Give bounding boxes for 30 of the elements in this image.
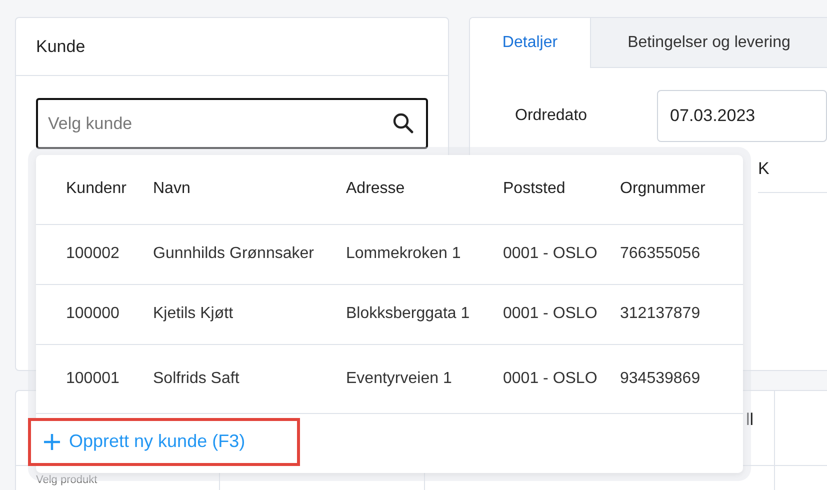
field-label: Ordredato bbox=[515, 106, 588, 126]
column-header: ll bbox=[746, 409, 754, 431]
table-cell: 100000 bbox=[66, 305, 120, 322]
table-cell: Gunnhilds Grønnsaker bbox=[153, 245, 314, 262]
tab[interactable]: Betingelser og levering bbox=[590, 18, 827, 68]
search-field[interactable]: Velg kunde bbox=[36, 98, 428, 149]
table-cell: 312137879 bbox=[620, 305, 700, 322]
table-cell: Kjetils Kjøtt bbox=[153, 305, 234, 322]
table-cell: 0001 - OSLO bbox=[503, 245, 598, 262]
table-cell: Solfrids Saft bbox=[153, 370, 240, 386]
table-cell: 100002 bbox=[66, 245, 120, 262]
column-header: Poststed bbox=[503, 155, 620, 224]
table-cell: Eventyrveien 1 bbox=[346, 370, 452, 386]
date-field[interactable]: 07.03.2023 bbox=[657, 90, 827, 142]
column-header: Kundenr bbox=[36, 155, 153, 224]
column-header: Orgnummer bbox=[620, 155, 743, 224]
create-customer-button[interactable]: Opprett ny kunde (F3) bbox=[28, 418, 300, 466]
column-header: Adresse bbox=[346, 155, 503, 224]
table-cell: Blokksberggata 1 bbox=[346, 305, 470, 322]
column-header: Navn bbox=[153, 155, 346, 224]
table-cell: 934539869 bbox=[620, 370, 700, 386]
card-title: Kunde bbox=[16, 18, 448, 76]
plus-icon bbox=[43, 432, 61, 450]
field-value: K bbox=[758, 156, 827, 192]
search-icon[interactable] bbox=[392, 112, 414, 134]
table-cell: Lommekroken 1 bbox=[346, 245, 461, 262]
table-cell: 766355056 bbox=[620, 245, 700, 262]
table-cell: 0001 - OSLO bbox=[503, 370, 598, 386]
table-cell: 0001 - OSLO bbox=[503, 305, 598, 322]
table-cell: 100001 bbox=[66, 370, 120, 386]
